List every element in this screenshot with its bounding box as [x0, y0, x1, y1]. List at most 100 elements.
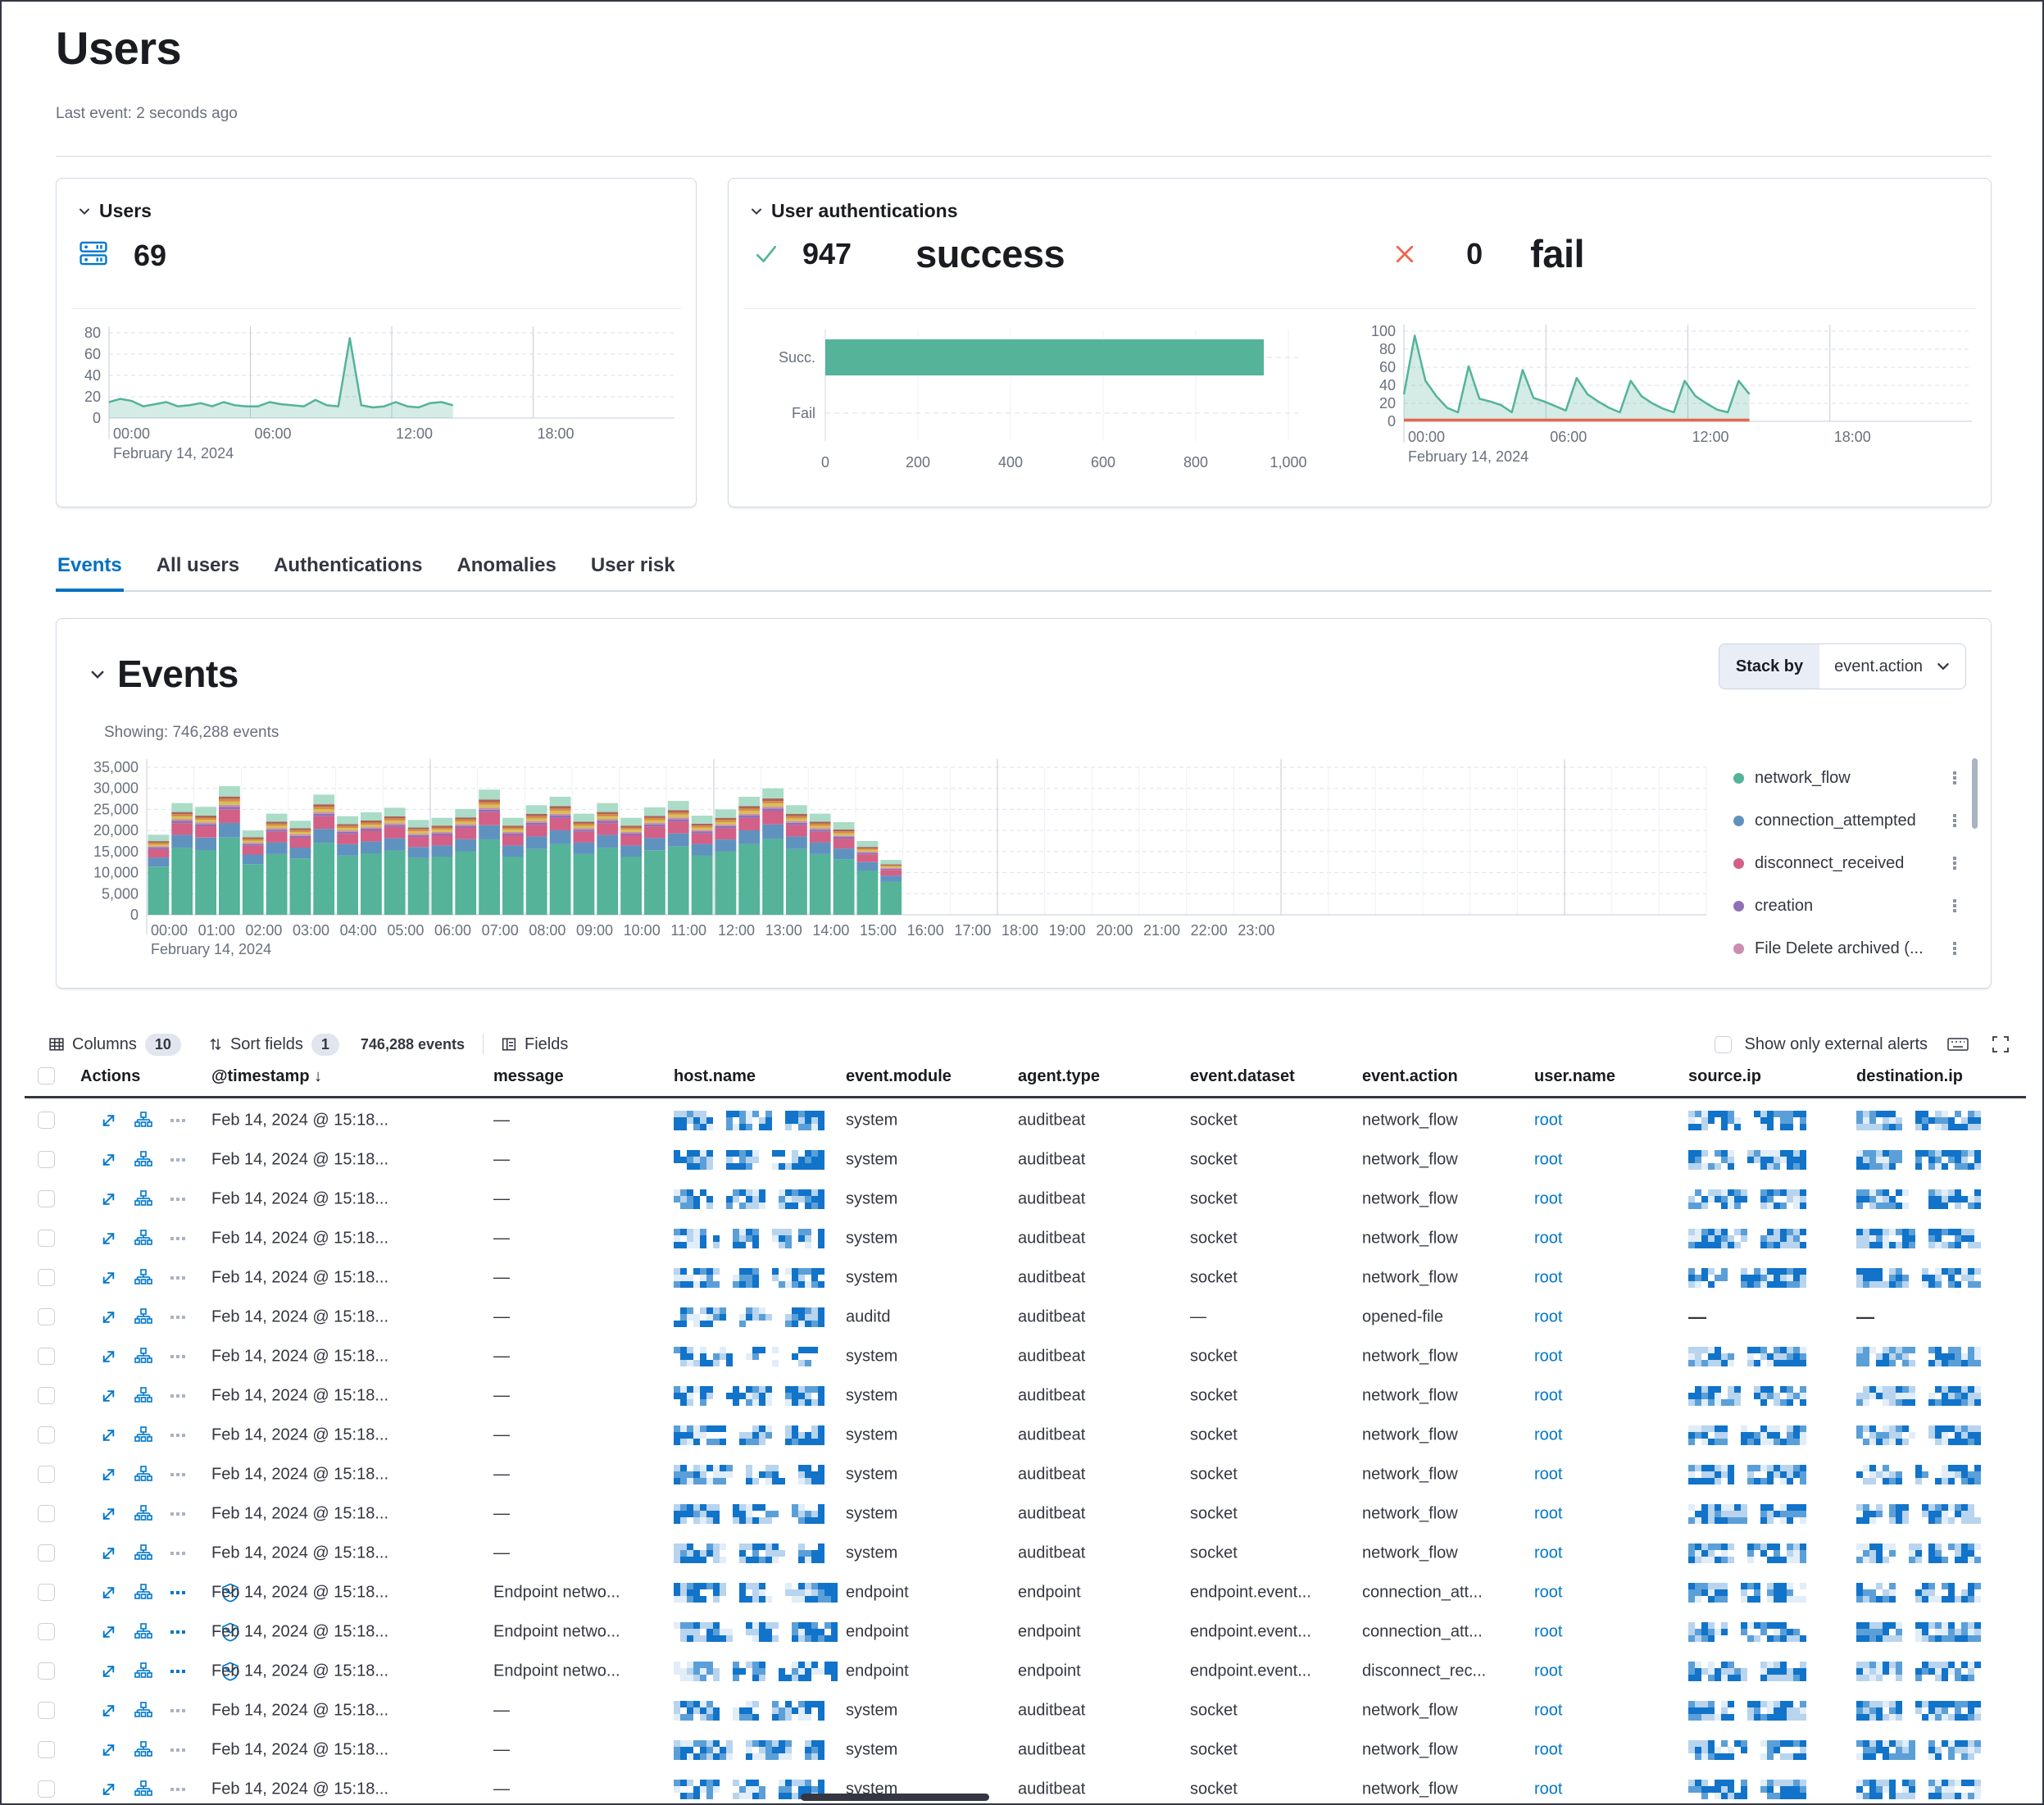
row-checkbox[interactable]	[38, 1308, 55, 1325]
legend-item-network_flow[interactable]: network_flow	[1733, 757, 1979, 799]
expand-event-icon[interactable]	[100, 1663, 117, 1680]
more-actions-icon[interactable]	[170, 1314, 187, 1321]
analyzer-icon[interactable]	[134, 1190, 152, 1208]
user-name-cell[interactable]: root	[1534, 1584, 1562, 1603]
tab-all-users[interactable]: All users	[155, 549, 241, 590]
columns-button[interactable]: Columns 10	[49, 1034, 181, 1056]
expand-event-icon[interactable]	[100, 1466, 117, 1484]
collapse-chevron-icon[interactable]	[89, 666, 106, 683]
tab-authentications[interactable]: Authentications	[272, 549, 424, 590]
user-name-cell[interactable]: root	[1534, 1780, 1562, 1799]
more-actions-icon[interactable]	[170, 1707, 187, 1714]
row-checkbox[interactable]	[38, 1348, 55, 1365]
legend-item-menu-icon[interactable]	[1953, 814, 1956, 827]
expand-event-icon[interactable]	[100, 1152, 117, 1169]
row-checkbox[interactable]	[38, 1584, 55, 1601]
expand-event-icon[interactable]	[100, 1230, 117, 1248]
legend-item-connection_attempted[interactable]: connection_attempted	[1733, 799, 1979, 842]
row-checkbox[interactable]	[38, 1780, 55, 1798]
tab-events[interactable]: Events	[56, 549, 124, 590]
user-name-cell[interactable]: root	[1534, 1348, 1562, 1366]
stack-by-select[interactable]: event.action	[1819, 644, 1965, 689]
collapse-chevron-icon[interactable]	[78, 205, 91, 218]
select-all-checkbox[interactable]	[38, 1067, 55, 1084]
user-name-cell[interactable]: root	[1534, 1387, 1562, 1406]
row-checkbox[interactable]	[38, 1741, 55, 1758]
row-checkbox[interactable]	[38, 1466, 55, 1483]
column-header-Actions[interactable]: Actions	[80, 1067, 140, 1086]
tab-user-risk[interactable]: User risk	[589, 549, 677, 590]
analyzer-icon[interactable]	[134, 1780, 152, 1798]
more-actions-icon[interactable]	[170, 1275, 187, 1281]
user-name-cell[interactable]: root	[1534, 1544, 1562, 1563]
user-name-cell[interactable]: root	[1534, 1702, 1562, 1721]
user-name-cell[interactable]: root	[1534, 1112, 1562, 1130]
analyzer-icon[interactable]	[134, 1348, 152, 1366]
user-name-cell[interactable]: root	[1534, 1741, 1562, 1760]
more-actions-icon[interactable]	[170, 1511, 187, 1517]
analyzer-icon[interactable]	[134, 1505, 152, 1523]
analyzer-icon[interactable]	[134, 1544, 152, 1562]
expand-event-icon[interactable]	[100, 1270, 117, 1287]
row-checkbox[interactable]	[38, 1426, 55, 1444]
row-checkbox[interactable]	[38, 1151, 55, 1168]
analyzer-icon[interactable]	[134, 1584, 152, 1602]
legend-item-menu-icon[interactable]	[1953, 899, 1956, 912]
column-header-eventdataset[interactable]: event.dataset	[1190, 1067, 1295, 1086]
expand-event-icon[interactable]	[100, 1388, 117, 1405]
column-header-timestamp[interactable]: @timestamp ↓	[211, 1067, 322, 1086]
analyzer-icon[interactable]	[134, 1151, 152, 1169]
fields-button[interactable]: Fields	[502, 1035, 568, 1054]
row-checkbox[interactable]	[38, 1230, 55, 1247]
analyzer-icon[interactable]	[134, 1308, 152, 1326]
column-header-eventmodule[interactable]: event.module	[846, 1067, 952, 1086]
expand-event-icon[interactable]	[100, 1742, 117, 1759]
user-name-cell[interactable]: root	[1534, 1308, 1562, 1327]
analyzer-icon[interactable]	[134, 1387, 152, 1405]
keyboard-icon[interactable]	[1947, 1036, 1969, 1053]
row-checkbox[interactable]	[38, 1387, 55, 1404]
row-checkbox[interactable]	[38, 1702, 55, 1719]
user-name-cell[interactable]: root	[1534, 1662, 1562, 1681]
sort-fields-button[interactable]: Sort fields 1	[209, 1034, 339, 1056]
expand-event-icon[interactable]	[100, 1348, 117, 1366]
more-actions-icon[interactable]	[170, 1471, 187, 1478]
user-name-cell[interactable]: root	[1534, 1190, 1562, 1209]
expand-event-icon[interactable]	[100, 1506, 117, 1523]
more-actions-icon[interactable]	[170, 1550, 187, 1557]
legend-item-menu-icon[interactable]	[1953, 942, 1956, 955]
external-alerts-checkbox[interactable]	[1715, 1036, 1732, 1053]
legend-item-menu-icon[interactable]	[1953, 771, 1956, 784]
legend-item-menu-icon[interactable]	[1953, 857, 1956, 870]
column-header-eventaction[interactable]: event.action	[1362, 1067, 1458, 1086]
user-name-cell[interactable]: root	[1534, 1505, 1562, 1524]
row-checkbox[interactable]	[38, 1190, 55, 1207]
analyzer-icon[interactable]	[134, 1230, 152, 1248]
horizontal-scrollbar[interactable]	[801, 1794, 989, 1801]
legend-item-creation[interactable]: creation	[1733, 884, 1979, 927]
expand-event-icon[interactable]	[100, 1309, 117, 1326]
column-header-destinationip[interactable]: destination.ip	[1856, 1067, 1963, 1086]
tab-anomalies[interactable]: Anomalies	[455, 549, 557, 590]
analyzer-icon[interactable]	[134, 1741, 152, 1759]
column-header-message[interactable]: message	[493, 1067, 564, 1086]
more-actions-icon[interactable]	[170, 1589, 187, 1596]
row-checkbox[interactable]	[38, 1505, 55, 1522]
expand-event-icon[interactable]	[100, 1427, 117, 1444]
more-actions-icon[interactable]	[170, 1629, 187, 1635]
row-checkbox[interactable]	[38, 1623, 55, 1640]
expand-event-icon[interactable]	[100, 1584, 117, 1602]
more-actions-icon[interactable]	[170, 1668, 187, 1675]
user-name-cell[interactable]: root	[1534, 1151, 1562, 1170]
more-actions-icon[interactable]	[170, 1353, 187, 1360]
more-actions-icon[interactable]	[170, 1393, 187, 1399]
more-actions-icon[interactable]	[170, 1432, 187, 1439]
more-actions-icon[interactable]	[170, 1786, 187, 1793]
row-checkbox[interactable]	[38, 1269, 55, 1286]
analyzer-icon[interactable]	[134, 1112, 152, 1130]
analyzer-icon[interactable]	[134, 1466, 152, 1484]
analyzer-icon[interactable]	[134, 1662, 152, 1680]
analyzer-icon[interactable]	[134, 1269, 152, 1287]
column-header-agenttype[interactable]: agent.type	[1018, 1067, 1100, 1086]
more-actions-icon[interactable]	[170, 1157, 187, 1163]
